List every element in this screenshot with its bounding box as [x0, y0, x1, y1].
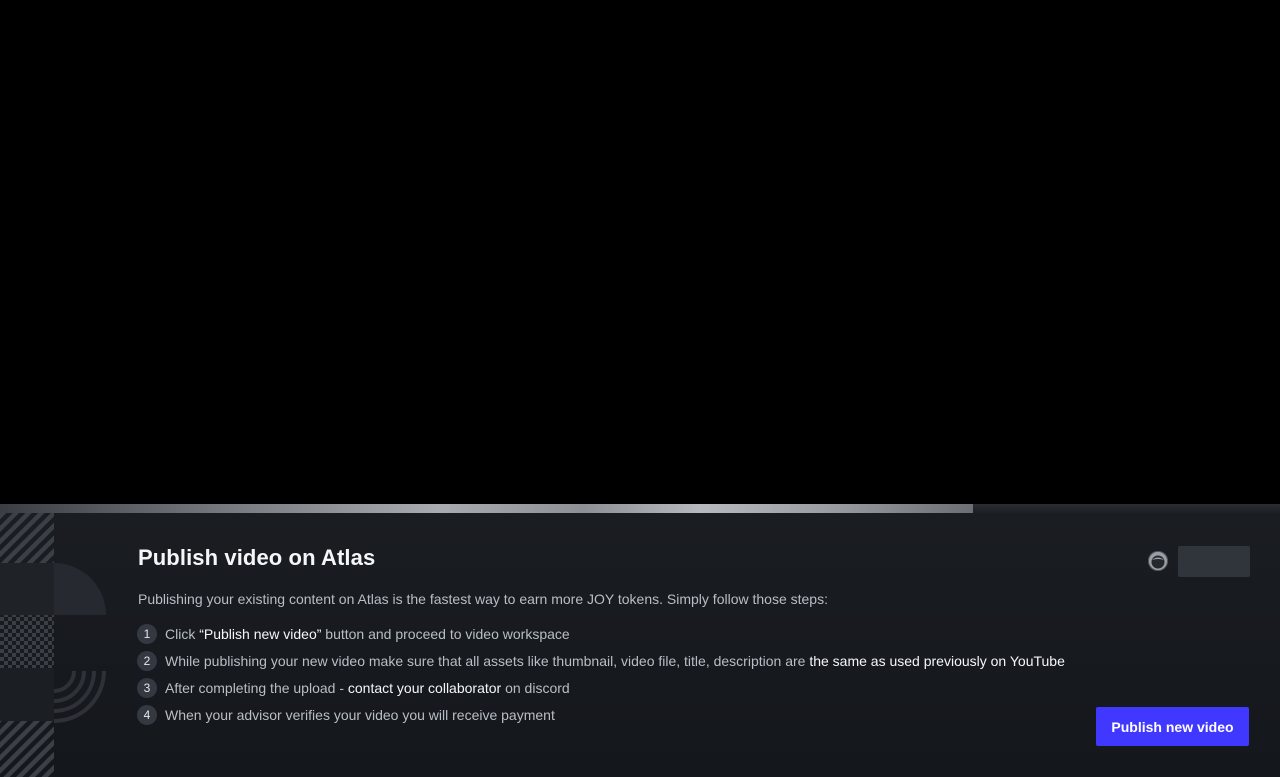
step-text: When your advisor verifies your video yo…	[165, 707, 555, 723]
steps-list: 1 Click “Publish new video” button and p…	[137, 624, 1067, 732]
step-text: After completing the upload - contact yo…	[165, 680, 570, 696]
video-progress-bar[interactable]	[0, 504, 1280, 513]
panel-intro: Publishing your existing content on Atla…	[138, 591, 828, 607]
step-number-badge: 4	[137, 705, 157, 725]
avatar-icon[interactable]	[1148, 551, 1168, 571]
contact-collaborator-link[interactable]: contact your collaborator	[348, 680, 501, 696]
step-number-badge: 3	[137, 678, 157, 698]
video-player[interactable]	[0, 0, 1280, 504]
video-progress-fill	[0, 504, 973, 513]
step-text: While publishing your new video make sur…	[165, 653, 1065, 669]
step-highlight: “Publish new video”	[199, 626, 322, 642]
panel-title: Publish video on Atlas	[138, 545, 376, 570]
step-item: 3 After completing the upload - contact …	[137, 678, 1067, 698]
step-highlight: the same as used previously on YouTube	[809, 653, 1065, 669]
step-item: 2 While publishing your new video make s…	[137, 651, 1067, 671]
step-number-badge: 2	[137, 651, 157, 671]
onboarding-panel: Publish video on Atlas Publishing your e…	[0, 513, 1280, 777]
publish-new-video-button[interactable]: Publish new video	[1096, 707, 1249, 746]
channel-name-placeholder[interactable]	[1178, 546, 1250, 577]
step-number-badge: 1	[137, 624, 157, 644]
step-item: 1 Click “Publish new video” button and p…	[137, 624, 1067, 644]
decorative-pattern-icon	[0, 513, 106, 777]
step-item: 4 When your advisor verifies your video …	[137, 705, 1067, 725]
step-text: Click “Publish new video” button and pro…	[165, 626, 570, 642]
